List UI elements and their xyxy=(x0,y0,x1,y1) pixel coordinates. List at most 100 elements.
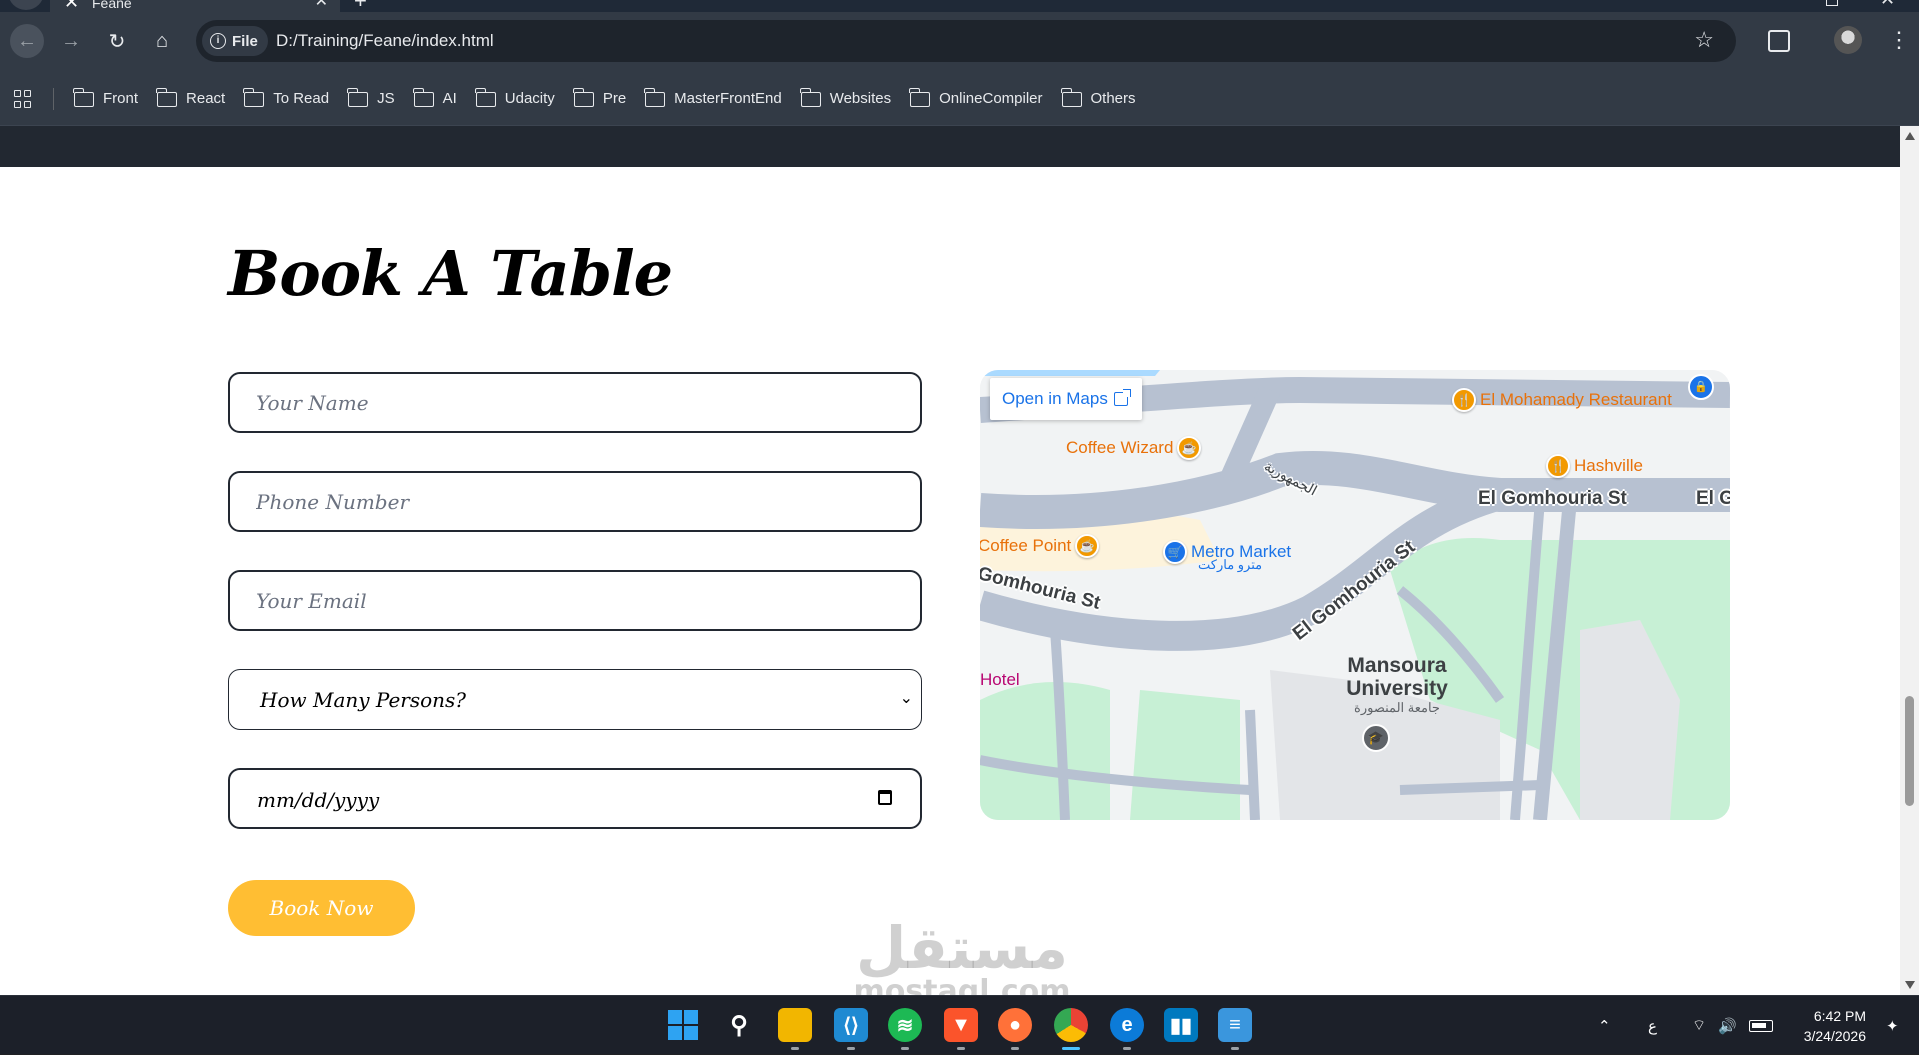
chevron-down-icon: ▾ xyxy=(20,0,26,2)
name-input[interactable] xyxy=(230,374,920,431)
email-input[interactable] xyxy=(230,572,920,629)
file-explorer-icon[interactable] xyxy=(778,1008,812,1050)
university-icon[interactable]: 🎓 xyxy=(1362,724,1390,752)
bookmark-folder[interactable]: Websites xyxy=(799,87,892,110)
section-heading: Book A Table xyxy=(228,237,673,310)
persons-selected-value: How Many Persons? xyxy=(260,688,467,712)
bookmark-label: OnlineCompiler xyxy=(939,90,1043,107)
page-viewport: Book A Table How Many Persons? ⌄ mm/dd/y… xyxy=(0,126,1900,995)
home-button[interactable]: ⌂ xyxy=(145,24,179,58)
poi-coffee-wizard[interactable]: ☕ Coffee Wizard xyxy=(1066,436,1202,460)
address-bar[interactable]: i File D:/Training/Feane/index.html ☆ xyxy=(196,20,1736,62)
bookmark-label: Others xyxy=(1090,90,1136,107)
folder-icon xyxy=(243,87,265,107)
trello-icon[interactable]: ▮▮ xyxy=(1164,1008,1198,1042)
site-info-chip[interactable]: i File xyxy=(202,26,268,56)
volume-icon: 🔊 xyxy=(1718,1017,1737,1035)
bookmark-label: Websites xyxy=(829,90,892,107)
poi-university[interactable]: Mansoura University جامعة المنصورة xyxy=(1342,654,1452,715)
apps-grid-icon[interactable] xyxy=(14,90,32,108)
watermark-arabic: مستقل xyxy=(855,914,1069,982)
back-button[interactable]: ← xyxy=(10,24,44,58)
system-tray[interactable]: ⌔ 🔊 xyxy=(1692,996,1773,1055)
bookmark-folder[interactable]: Udacity xyxy=(474,87,555,110)
search-icon[interactable]: ⚲ xyxy=(722,1008,756,1042)
edge-icon[interactable]: e xyxy=(1110,1008,1144,1050)
bookmark-folder[interactable]: JS xyxy=(347,87,395,110)
poi-hotel[interactable]: Hotel xyxy=(980,670,1020,690)
bookmark-folder[interactable]: React xyxy=(156,87,225,110)
scroll-up-icon[interactable] xyxy=(1905,132,1915,140)
poi-coffee-point[interactable]: ☕ Coffee Point xyxy=(980,534,1100,558)
tab-search-button[interactable]: ▾ xyxy=(8,0,44,10)
email-field[interactable] xyxy=(228,570,922,631)
notepad-icon[interactable]: ≡ xyxy=(1218,1008,1252,1050)
clock-time: 6:42 PM xyxy=(1813,1008,1866,1024)
poi-hashville[interactable]: 🍴 Hashville xyxy=(1546,454,1643,478)
close-icon[interactable]: ✕ xyxy=(315,0,328,10)
firefox-icon[interactable]: ● xyxy=(998,1008,1032,1050)
phone-input[interactable] xyxy=(230,473,920,530)
bookmark-folder[interactable]: Pre xyxy=(572,87,626,110)
folder-icon xyxy=(474,87,496,107)
tab-title: Feane xyxy=(92,0,132,11)
external-link-icon xyxy=(1113,389,1131,406)
folder-icon xyxy=(73,87,94,107)
poi-label: Mansoura University xyxy=(1346,654,1448,700)
clock[interactable]: 6:42 PM 3/24/2026 xyxy=(1790,1006,1866,1046)
folder-icon xyxy=(799,87,821,107)
more-menu-icon[interactable]: ⋮ xyxy=(1888,26,1910,54)
start-button[interactable] xyxy=(666,1008,700,1042)
scheme-label: File xyxy=(232,32,258,50)
book-now-button[interactable]: Book Now xyxy=(228,880,415,936)
bookmark-folder[interactable]: To Read xyxy=(243,87,329,110)
profile-avatar[interactable] xyxy=(1834,26,1862,54)
bookmark-folder[interactable]: MasterFrontEnd xyxy=(644,87,782,110)
calendar-icon[interactable] xyxy=(878,790,892,805)
bookmark-star-icon[interactable]: ☆ xyxy=(1694,29,1714,51)
restore-window-icon[interactable] xyxy=(1826,0,1838,6)
tab-strip: ▾ ✕ Feane ✕ + ✕ xyxy=(0,0,1919,12)
tab-feane[interactable]: ✕ Feane ✕ xyxy=(50,0,340,12)
chrome-icon[interactable] xyxy=(1054,1008,1088,1050)
url-text[interactable]: D:/Training/Feane/index.html xyxy=(276,32,494,50)
reload-button[interactable]: ↻ xyxy=(100,24,134,58)
tray-overflow-icon[interactable]: ⌃ xyxy=(1598,996,1611,1055)
scroll-down-icon[interactable] xyxy=(1905,981,1915,989)
close-window-icon[interactable]: ✕ xyxy=(1880,0,1895,8)
input-language-indicator[interactable]: ع xyxy=(1648,996,1657,1055)
forward-button[interactable]: → xyxy=(54,24,88,58)
poi-el-mohamady[interactable]: 🍴 El Mohamady Restaurant xyxy=(1452,388,1672,412)
bookmark-folder[interactable]: AI xyxy=(412,87,457,110)
wifi-icon: ⌔ xyxy=(1692,1017,1707,1034)
embedded-map[interactable]: Open in Maps 🔒 🍴 El Mohamady Restaurant … xyxy=(980,370,1730,820)
date-field[interactable]: mm/dd/yyyy xyxy=(228,768,922,829)
lock-icon[interactable]: 🔒 xyxy=(1688,374,1714,400)
road-label: El G xyxy=(1696,488,1730,509)
open-in-maps-button[interactable]: Open in Maps xyxy=(990,378,1142,420)
bookmark-folder[interactable]: Front xyxy=(73,87,139,110)
notifications-icon[interactable]: ✦ xyxy=(1886,996,1899,1055)
new-tab-button[interactable]: + xyxy=(354,0,367,12)
folder-icon xyxy=(909,87,931,107)
battery-icon xyxy=(1748,1019,1773,1032)
bookmark-label: JS xyxy=(377,90,395,107)
persons-select[interactable]: How Many Persons? ⌄ xyxy=(228,669,922,730)
header-section-bottom xyxy=(0,126,1900,167)
vscode-icon[interactable]: ⟨⟩ xyxy=(834,1008,868,1050)
vertical-scrollbar[interactable] xyxy=(1900,126,1919,995)
name-field[interactable] xyxy=(228,372,922,433)
phone-field[interactable] xyxy=(228,471,922,532)
road-label: El Gomhouria St xyxy=(1478,488,1627,509)
chevron-down-icon: ⌄ xyxy=(899,690,913,707)
spotify-icon[interactable]: ≋ xyxy=(888,1008,922,1050)
scroll-thumb[interactable] xyxy=(1905,696,1914,806)
open-in-maps-label: Open in Maps xyxy=(1002,389,1108,408)
bookmark-folder[interactable]: OnlineCompiler xyxy=(909,87,1043,110)
watermark-latin: mostaql.com xyxy=(853,974,1071,996)
brave-icon[interactable]: ▼ xyxy=(944,1008,978,1050)
windows-logo-icon xyxy=(668,1010,698,1040)
bookmark-label: Front xyxy=(103,90,139,107)
bookmark-folder[interactable]: Others xyxy=(1060,87,1136,110)
extensions-icon[interactable] xyxy=(1768,30,1790,52)
